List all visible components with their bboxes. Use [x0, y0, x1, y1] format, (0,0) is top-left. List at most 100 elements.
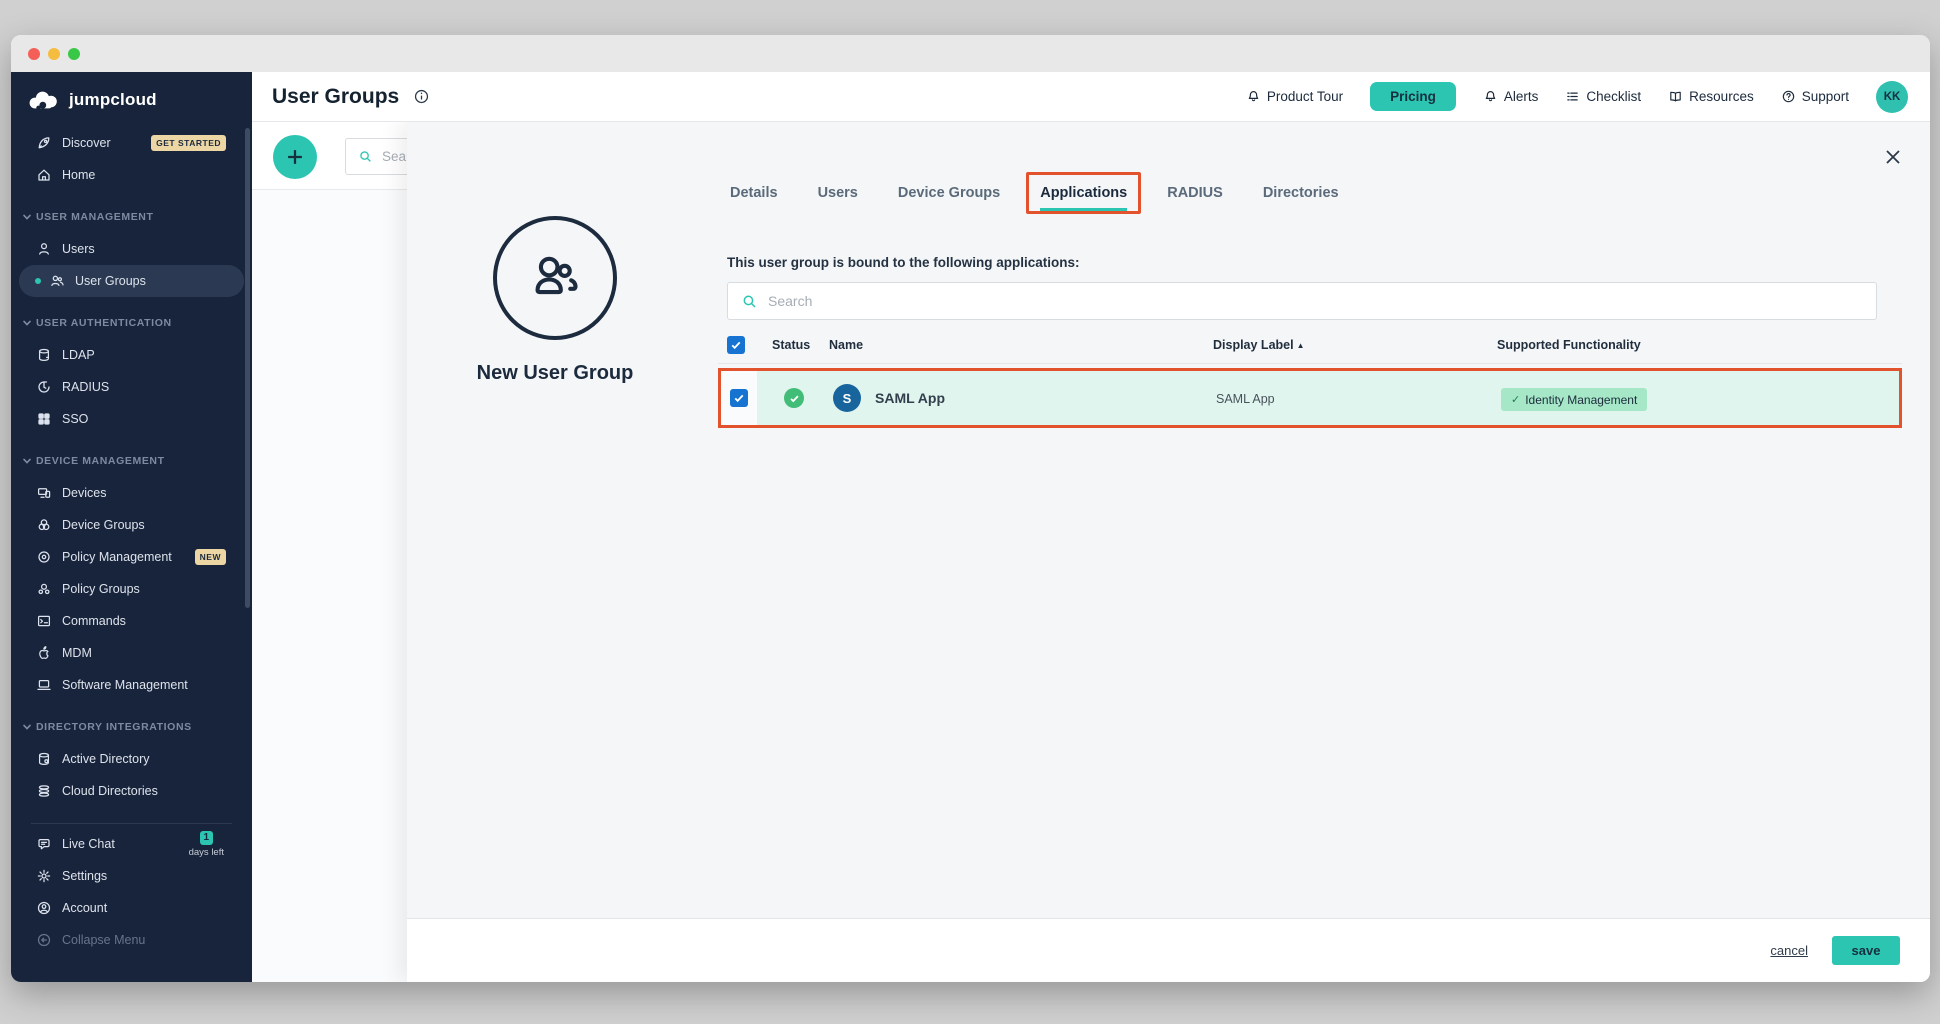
sidebar-item-sso[interactable]: SSO	[11, 403, 244, 435]
tab-label: RADIUS	[1167, 185, 1223, 211]
sidebar-item-label: Discover	[62, 136, 111, 150]
user-group-avatar-icon	[493, 216, 617, 340]
tab-applications[interactable]: Applications	[1026, 172, 1141, 214]
header-action-product-tour[interactable]: Product Tour	[1246, 89, 1343, 104]
column-header-name[interactable]: Name	[829, 338, 863, 352]
header-action-checklist[interactable]: Checklist	[1565, 89, 1641, 104]
column-header-status[interactable]: Status	[772, 338, 810, 352]
header-action-resources[interactable]: Resources	[1668, 89, 1754, 104]
sidebar-item-mdm[interactable]: MDM	[11, 637, 244, 669]
tab-label: Details	[730, 185, 778, 211]
sidebar-item-ldap[interactable]: LDAP	[11, 339, 244, 371]
tab-users[interactable]: Users	[804, 172, 872, 214]
logo-wordmark: jumpcloud	[69, 90, 157, 110]
user-groups-toolbar: Search	[252, 122, 407, 190]
sidebar: jumpcloud Discover GET STARTED Home USER M…	[11, 72, 252, 982]
cancel-button[interactable]: cancel	[1770, 943, 1808, 958]
sidebar-item-label: LDAP	[62, 348, 95, 362]
info-icon[interactable]	[413, 88, 430, 105]
tab-directories[interactable]: Directories	[1249, 172, 1353, 214]
sidebar-item-label: Cloud Directories	[62, 784, 158, 798]
sidebar-item-collapse-menu[interactable]: Collapse Menu	[11, 924, 244, 956]
zoom-window-icon[interactable]	[68, 48, 80, 60]
sidebar-item-label: SSO	[62, 412, 88, 426]
group-name-label: New User Group	[407, 362, 703, 385]
save-button[interactable]: save	[1832, 936, 1900, 965]
close-window-icon[interactable]	[28, 48, 40, 60]
pricing-button[interactable]: Pricing	[1370, 82, 1456, 111]
sidebar-item-software-management[interactable]: Software Management	[11, 669, 244, 701]
sidebar-item-label: Policy Management	[62, 550, 172, 564]
trial-days-caption: days left	[189, 848, 224, 858]
sidebar-item-live-chat[interactable]: Live Chat1days left	[11, 828, 244, 860]
chevron-down-icon	[22, 456, 32, 466]
question-icon	[1781, 89, 1796, 104]
sidebar-item-active-directory[interactable]: Active Directory	[11, 743, 244, 775]
add-user-group-button[interactable]	[273, 135, 317, 179]
apple-icon	[35, 645, 52, 662]
user-avatar[interactable]: KK	[1876, 81, 1908, 113]
row-checkbox[interactable]	[730, 389, 748, 407]
sidebar-item-home[interactable]: Home	[11, 159, 244, 191]
sidebar-item-account[interactable]: Account	[11, 892, 244, 924]
page-title: User Groups	[272, 85, 399, 109]
sidebar-item-policy-management[interactable]: Policy ManagementNEW	[11, 541, 244, 573]
jumpcloud-logo: jumpcloud	[11, 72, 252, 127]
table-row-saml-app[interactable]: S SAML App SAML App ✓ Identity Managemen…	[718, 368, 1902, 428]
functionality-badge: ✓ Identity Management	[1501, 388, 1647, 411]
header-action-alerts[interactable]: Alerts	[1483, 89, 1539, 104]
chat-icon	[35, 836, 52, 853]
new-user-group-panel: New User Group Details Users Device Groups…	[407, 122, 1930, 982]
devices-icon	[35, 485, 52, 502]
sidebar-item-label: Settings	[62, 869, 107, 883]
minimize-window-icon[interactable]	[48, 48, 60, 60]
trial-days-left: 1days left	[189, 831, 224, 858]
rocket-icon	[35, 135, 52, 152]
user-group-icon	[48, 273, 65, 290]
tab-radius[interactable]: RADIUS	[1153, 172, 1237, 214]
sidebar-section-directory-integrations[interactable]: DIRECTORY INTEGRATIONS	[11, 711, 252, 743]
select-all-checkbox[interactable]	[727, 336, 745, 354]
check-icon: ✓	[1511, 393, 1520, 406]
panel-footer: cancel save	[407, 918, 1930, 982]
sidebar-item-devices[interactable]: Devices	[11, 477, 244, 509]
sidebar-section-user-management[interactable]: USER MANAGEMENT	[11, 201, 252, 233]
applications-search-input[interactable]	[727, 282, 1877, 320]
sidebar-item-policy-groups[interactable]: Policy Groups	[11, 573, 244, 605]
sidebar-section-user-authentication[interactable]: USER AUTHENTICATION	[11, 307, 252, 339]
sidebar-item-cloud-directories[interactable]: Cloud Directories	[11, 775, 244, 807]
sidebar-item-discover[interactable]: Discover GET STARTED	[11, 127, 244, 159]
sidebar-item-radius[interactable]: RADIUS	[11, 371, 244, 403]
chevron-down-icon	[22, 722, 32, 732]
home-icon	[35, 167, 52, 184]
sidebar-item-label: Device Groups	[62, 518, 145, 532]
bound-applications-text: This user group is bound to the followin…	[727, 255, 1080, 270]
app-name: SAML App	[875, 390, 945, 406]
header-action-label: Support	[1802, 89, 1849, 104]
sidebar-scrollbar[interactable]	[245, 128, 250, 608]
sidebar-item-label: RADIUS	[62, 380, 109, 394]
groups-search-input[interactable]: Search	[345, 138, 407, 175]
tab-label: Applications	[1040, 185, 1127, 211]
close-icon[interactable]	[1882, 146, 1904, 168]
bell-icon	[1483, 89, 1498, 104]
column-header-display-label[interactable]: Display Label▲	[1213, 338, 1305, 352]
app-header: User Groups Product Tour Pricing Alerts Che…	[252, 72, 1930, 122]
applications-search-field[interactable]	[768, 293, 1876, 309]
sidebar-item-user-groups[interactable]: User Groups	[19, 265, 244, 297]
sidebar-item-badge: GET STARTED	[151, 135, 226, 151]
sidebar-section-device-management[interactable]: DEVICE MANAGEMENT	[11, 445, 252, 477]
sidebar-item-settings[interactable]: Settings	[11, 860, 244, 892]
header-action-support[interactable]: Support	[1781, 89, 1849, 104]
sidebar-item-commands[interactable]: Commands	[11, 605, 244, 637]
sidebar-item-users[interactable]: Users	[11, 233, 244, 265]
jumpcloud-cloud-icon	[28, 90, 62, 110]
sidebar-item-device-groups[interactable]: Device Groups	[11, 509, 244, 541]
header-action-label: Product Tour	[1267, 89, 1343, 104]
sidebar-item-label: Home	[62, 168, 95, 182]
column-header-supported-functionality[interactable]: Supported Functionality	[1497, 338, 1641, 352]
tab-details[interactable]: Details	[716, 172, 792, 214]
tab-device-groups[interactable]: Device Groups	[884, 172, 1014, 214]
tab-label: Users	[818, 185, 858, 211]
tab-bar: Details Users Device Groups Applications RAD…	[716, 172, 1353, 214]
